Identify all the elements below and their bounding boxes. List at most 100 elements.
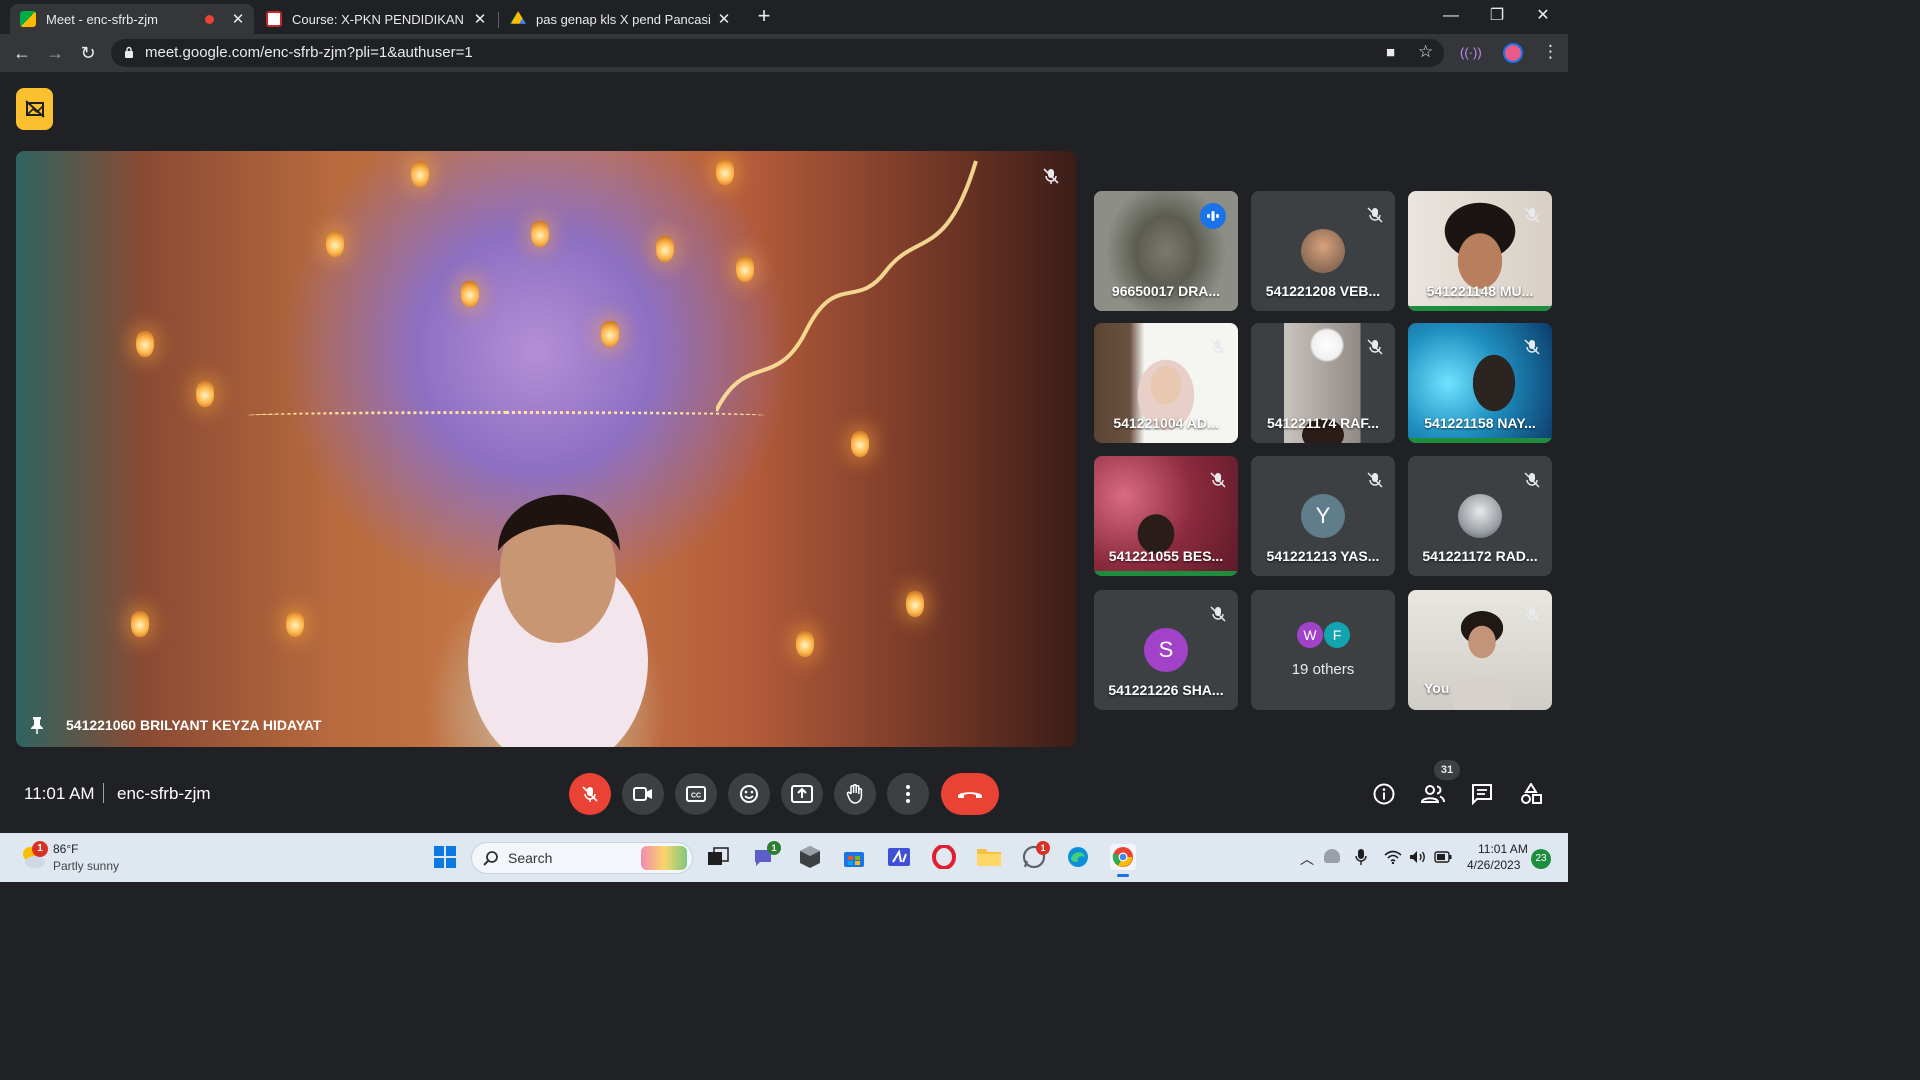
lock-icon[interactable] — [124, 46, 134, 58]
no-video-icon — [24, 100, 45, 118]
opera-button[interactable] — [931, 844, 957, 870]
file-explorer-button[interactable] — [976, 844, 1002, 870]
participant-tile[interactable]: 541221055 BES... — [1094, 456, 1238, 576]
lantern-decor — [851, 431, 869, 457]
chat-icon — [1472, 784, 1492, 805]
participant-tile[interactable]: 541221208 VEB... — [1251, 191, 1395, 311]
pin-icon[interactable] — [31, 716, 43, 734]
close-tab-icon[interactable]: ✕ — [230, 10, 246, 28]
self-tile[interactable]: You — [1408, 590, 1552, 710]
battery-icon[interactable] — [1434, 851, 1452, 863]
reload-icon[interactable]: ↻ — [77, 42, 99, 64]
chrome-icon — [1112, 847, 1133, 867]
background-effect-badge[interactable] — [16, 88, 53, 130]
hang-up-icon — [958, 792, 982, 798]
string-lights-decor — [246, 411, 766, 420]
chevron-up-icon[interactable]: ︿ — [1300, 849, 1314, 869]
activities-button[interactable] — [1518, 781, 1544, 807]
mic-off-icon — [1210, 339, 1226, 355]
url-text[interactable]: meet.google.com/enc-sfrb-zjm?pli=1&authu… — [145, 44, 473, 61]
audio-level-bar — [1094, 571, 1238, 576]
people-button[interactable] — [1420, 781, 1446, 807]
reactions-button[interactable] — [728, 773, 770, 815]
lantern-decor — [326, 231, 344, 257]
mic-toggle-button[interactable] — [569, 773, 611, 815]
chat-button[interactable] — [1469, 781, 1495, 807]
task-view-icon — [708, 847, 729, 865]
participant-tile[interactable]: 541221158 NAY... — [1408, 323, 1552, 443]
participant-name: 541221213 YAS... — [1266, 548, 1380, 564]
mic-off-icon — [1524, 606, 1540, 622]
mic-off-icon — [1524, 472, 1540, 488]
participant-tile[interactable]: Y 541221213 YAS... — [1251, 456, 1395, 576]
participant-tile[interactable]: 96650017 DRA... — [1094, 191, 1238, 311]
main-speaker-video[interactable]: 541221060 BRILYANT KEYZA HIDAYAT — [16, 151, 1076, 747]
lantern-decor — [131, 611, 149, 637]
participant-tile[interactable]: 541221004 AD... — [1094, 323, 1238, 443]
new-tab-button[interactable]: + — [752, 5, 776, 29]
meeting-code: enc-sfrb-zjm — [117, 784, 211, 803]
close-tab-icon[interactable]: ✕ — [472, 10, 488, 28]
bar-divider — [103, 783, 104, 803]
notification-count-badge[interactable]: 23 — [1531, 849, 1551, 869]
tab-drive[interactable]: pas genap kls X pend Pancasila - ✕ — [500, 4, 740, 34]
present-button[interactable] — [781, 773, 823, 815]
participant-avatar: Y — [1301, 494, 1345, 538]
captions-button[interactable]: CC — [675, 773, 717, 815]
raise-hand-button[interactable] — [834, 773, 876, 815]
task-view-button[interactable] — [705, 844, 731, 870]
bookmark-star-icon[interactable]: ☆ — [1418, 42, 1433, 62]
clock-time[interactable]: 11:01 AM — [1478, 842, 1528, 856]
more-options-button[interactable] — [887, 773, 929, 815]
tab-course[interactable]: Course: X-PKN PENDIDIKAN PAN ✕ — [256, 4, 496, 34]
edge-button[interactable] — [1065, 844, 1091, 870]
others-count: 19 others — [1291, 661, 1355, 678]
store-button[interactable] — [841, 844, 867, 870]
app-button[interactable] — [797, 844, 823, 870]
camera-toggle-button[interactable] — [622, 773, 664, 815]
participant-name: 541221055 BES... — [1108, 548, 1224, 564]
media-cast-icon[interactable]: ((·)) — [1460, 45, 1482, 60]
recording-indicator-icon — [205, 14, 214, 24]
meeting-details-button[interactable] — [1371, 781, 1397, 807]
participant-tile[interactable]: 541221174 RAF... — [1251, 323, 1395, 443]
restore-icon[interactable]: ❐ — [1474, 0, 1520, 32]
editor-app-button[interactable] — [886, 844, 912, 870]
weather-condition[interactable]: Partly sunny — [53, 859, 119, 873]
onedrive-icon[interactable] — [1324, 849, 1340, 863]
browser-menu-icon[interactable]: ⋮ — [1542, 42, 1559, 62]
mic-off-icon — [1524, 339, 1540, 355]
mic-off-icon — [1367, 339, 1383, 355]
chrome-button[interactable] — [1110, 844, 1136, 870]
back-icon[interactable]: ← — [11, 42, 33, 64]
participant-name: 541221208 VEB... — [1265, 283, 1381, 299]
participant-tile[interactable]: S 541221226 SHA... — [1094, 590, 1238, 710]
folder-icon — [977, 849, 1001, 866]
mic-off-icon — [1367, 207, 1383, 223]
volume-icon[interactable] — [1409, 850, 1427, 864]
forward-icon[interactable]: → — [44, 42, 66, 64]
close-window-icon[interactable]: ✕ — [1520, 0, 1566, 32]
meet-favicon-icon — [20, 11, 36, 27]
others-tile[interactable]: W F 19 others — [1251, 590, 1395, 710]
teams-badge: 1 — [767, 841, 781, 855]
info-icon — [1373, 783, 1395, 805]
participant-tile[interactable]: 541221172 RAD... — [1408, 456, 1552, 576]
weather-temperature[interactable]: 86°F — [53, 842, 78, 856]
profile-avatar[interactable] — [1503, 43, 1523, 63]
tab-meet[interactable]: Meet - enc-sfrb-zjm ✕ — [10, 4, 254, 34]
camera-permission-icon[interactable]: ■ — [1386, 44, 1395, 61]
microphone-icon[interactable] — [1355, 848, 1367, 866]
start-button[interactable] — [432, 844, 458, 870]
leave-call-button[interactable] — [941, 773, 999, 815]
participant-tile[interactable]: 541221148 MU... — [1408, 191, 1552, 311]
wifi-icon[interactable] — [1384, 850, 1402, 864]
others-avatar: F — [1324, 622, 1350, 648]
main-speaker-name: 541221060 BRILYANT KEYZA HIDAYAT — [66, 717, 322, 733]
clock-date[interactable]: 4/26/2023 — [1467, 858, 1520, 872]
minimize-icon[interactable]: — — [1428, 0, 1474, 32]
participant-name: 541221174 RAF... — [1266, 415, 1380, 431]
lantern-decor — [531, 221, 549, 247]
close-tab-icon[interactable]: ✕ — [716, 10, 732, 28]
people-count-badge: 31 — [1434, 760, 1460, 780]
